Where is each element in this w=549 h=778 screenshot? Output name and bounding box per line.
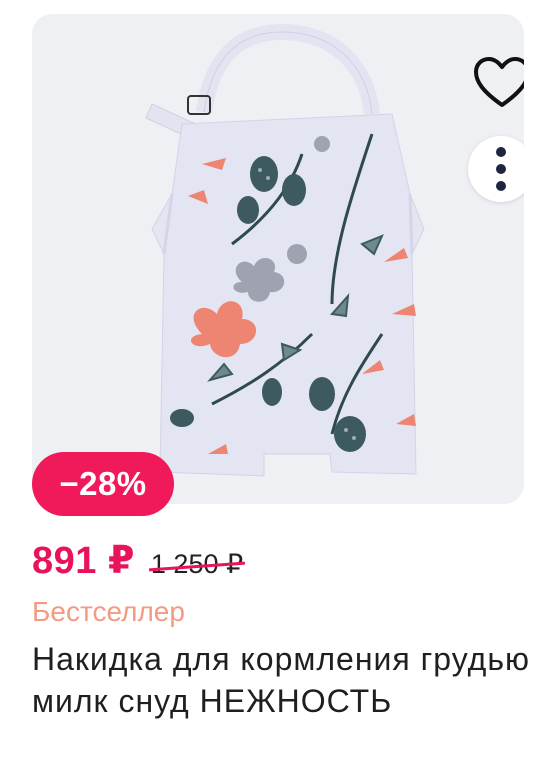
vertical-dots-icon	[496, 147, 506, 191]
nursing-cover-illustration	[145, 23, 425, 477]
product-card[interactable]: −28% 891 ₽ 1 250 ₽ Бестселлер Накидка дл…	[0, 0, 549, 778]
product-title[interactable]: Накидка для кормления грудью милк снуд Н…	[32, 638, 532, 722]
discount-badge: −28%	[32, 452, 174, 516]
heart-outline-icon	[474, 57, 524, 107]
price-row: 891 ₽ 1 250 ₽	[32, 538, 243, 588]
favorite-button[interactable]	[470, 52, 524, 112]
product-image[interactable]	[32, 14, 524, 504]
price-current: 891 ₽	[32, 540, 135, 582]
bestseller-label: Бестселлер	[32, 596, 185, 627]
price-old: 1 250 ₽	[150, 549, 244, 579]
